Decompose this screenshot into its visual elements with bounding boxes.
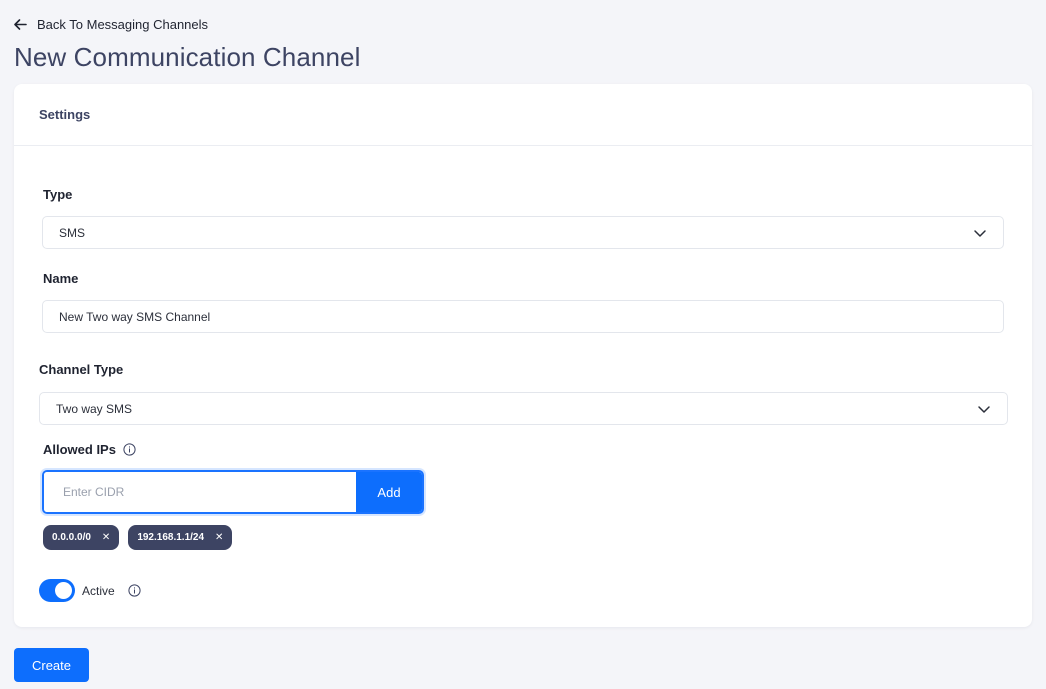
info-circle-icon[interactable] (122, 443, 136, 456)
cidr-tag-label: 0.0.0.0/0 (52, 532, 91, 543)
active-toggle[interactable] (39, 579, 75, 602)
toggle-knob (55, 582, 72, 599)
close-icon[interactable]: ✕ (215, 532, 223, 543)
page-title: New Communication Channel (14, 42, 361, 72)
arrow-left-icon (14, 19, 27, 30)
cidr-input-group: Add (42, 470, 424, 514)
type-select-value: SMS (59, 225, 86, 240)
add-cidr-button[interactable]: Add (356, 472, 422, 512)
type-label: Type (43, 187, 73, 202)
cidr-input[interactable] (44, 472, 356, 512)
active-label: Active (82, 583, 115, 598)
name-label: Name (43, 271, 79, 286)
cidr-tags: 0.0.0.0/0 ✕ 192.168.1.1/24 ✕ (43, 525, 233, 550)
type-select[interactable]: SMS (42, 216, 1004, 249)
settings-card: Settings Type SMS Name New Two way SMS C… (14, 84, 1032, 627)
name-input-value: New Two way SMS Channel (59, 309, 211, 324)
close-icon[interactable]: ✕ (102, 532, 110, 543)
cidr-tag-label: 192.168.1.1/24 (137, 532, 205, 543)
active-row: Active (39, 579, 141, 602)
name-input[interactable]: New Two way SMS Channel (42, 300, 1004, 333)
back-link-label: Back To Messaging Channels (37, 17, 209, 32)
channel-type-select-value: Two way SMS (56, 401, 133, 416)
info-circle-icon[interactable] (128, 584, 141, 597)
back-link[interactable]: Back To Messaging Channels (14, 17, 208, 32)
allowed-ips-label-row: Allowed IPs (43, 442, 136, 457)
chevron-down-icon (978, 405, 990, 413)
card-header: Settings (14, 84, 1032, 146)
cidr-tag: 192.168.1.1/24 ✕ (128, 525, 233, 550)
channel-type-select[interactable]: Two way SMS (39, 392, 1008, 425)
allowed-ips-label: Allowed IPs (43, 442, 116, 457)
cidr-tag: 0.0.0.0/0 ✕ (43, 525, 120, 550)
create-button[interactable]: Create (14, 648, 89, 682)
chevron-down-icon (974, 229, 986, 237)
channel-type-label: Channel Type (39, 362, 124, 377)
